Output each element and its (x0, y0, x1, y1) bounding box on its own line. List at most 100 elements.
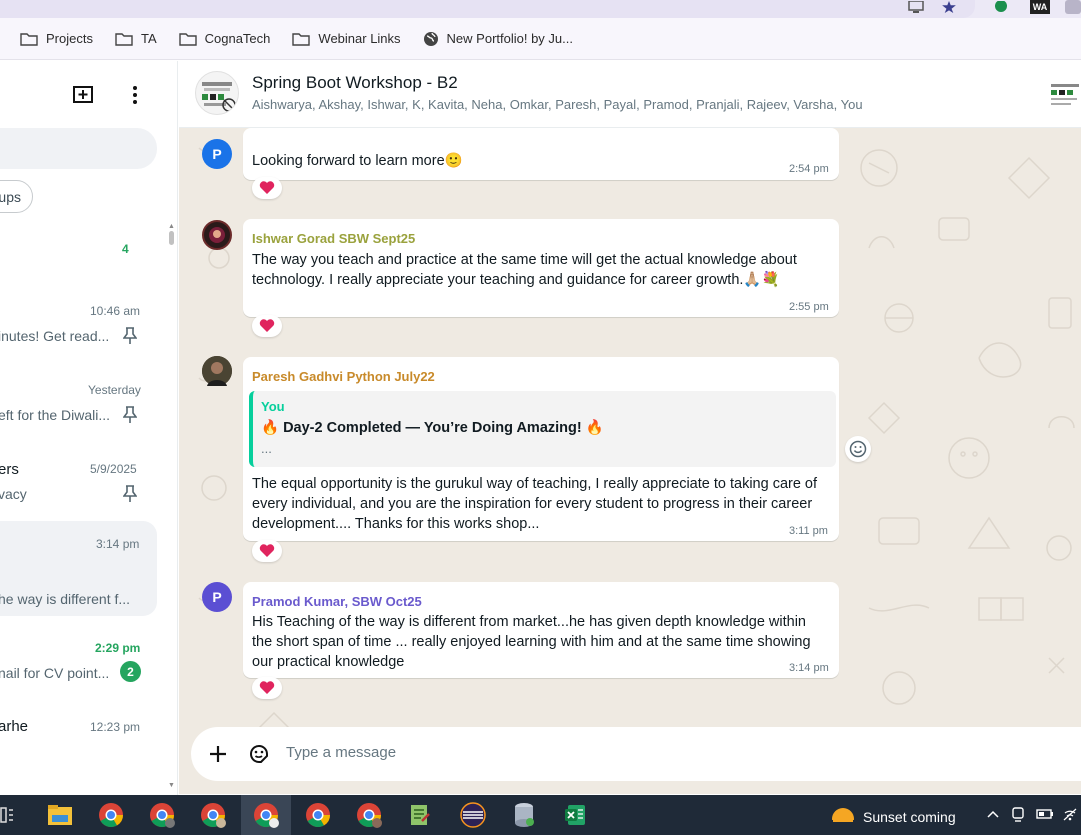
message-bubble[interactable]: Paresh Gadhvi Python July22 You 🔥 Day-2 … (243, 357, 839, 541)
chrome-active-icon[interactable] (241, 795, 291, 835)
heart-reaction[interactable] (252, 540, 282, 562)
sticker-icon[interactable] (247, 742, 271, 766)
react-emoji-button[interactable] (845, 436, 871, 462)
group-avatar[interactable] (195, 71, 239, 115)
chat-time: 3:14 pm (96, 537, 140, 551)
search-input[interactable] (0, 128, 157, 169)
file-explorer-icon[interactable] (35, 795, 85, 835)
sender-name: Paresh Gadhvi Python July22 (252, 369, 435, 384)
chrome-profile-icon[interactable] (344, 795, 394, 835)
heart-icon (259, 319, 275, 332)
bookmark-cognatech[interactable]: CognaTech (178, 31, 271, 46)
bookmark-label: CognaTech (204, 31, 271, 46)
message-bubble[interactable]: Looking forward to learn more🙂 2:54 pm (243, 128, 839, 180)
avatar[interactable] (202, 356, 232, 386)
chrome-profile-icon[interactable] (137, 795, 187, 835)
pin-icon (123, 485, 137, 502)
heart-reaction[interactable] (252, 315, 282, 337)
heart-icon (259, 544, 275, 557)
chat-title: arhe (0, 718, 29, 735)
whatsapp-extension-icon[interactable]: WA (1030, 0, 1050, 14)
message-bubble[interactable]: Pramod Kumar, SBW Oct25 His Teaching of … (243, 582, 839, 678)
profile-avatar[interactable] (1065, 0, 1081, 14)
bookmark-webinar-links[interactable]: Webinar Links (292, 31, 401, 46)
heart-reaction[interactable] (252, 177, 282, 199)
bookmark-star-icon[interactable] (941, 0, 957, 14)
message-time: 2:55 pm (789, 301, 829, 313)
globe-icon (423, 31, 438, 46)
chat-preview: nail for CV point... (0, 665, 110, 681)
menu-kebab-icon[interactable] (131, 85, 139, 110)
chat-preview: inutes! Get read... (0, 328, 110, 344)
sunset-icon (830, 808, 856, 830)
wifi-icon[interactable] (1062, 807, 1078, 823)
chevron-up-icon[interactable] (986, 807, 1000, 821)
message-composer[interactable]: Type a message (191, 727, 1081, 781)
bookmark-ta[interactable]: TA (115, 31, 157, 46)
bookmark-label: Webinar Links (318, 31, 401, 46)
heart-icon (259, 681, 275, 694)
chat-messages[interactable]: P Looking forward to learn more🙂 2:54 pm… (179, 128, 1081, 794)
bookmark-label: Projects (46, 31, 93, 46)
chat-time: 2:29 pm (95, 641, 141, 655)
extension-icon[interactable] (994, 0, 1008, 14)
chat-time: 5/9/2025 (90, 462, 137, 476)
pin-icon (123, 406, 137, 423)
chrome-profile-icon[interactable] (188, 795, 238, 835)
eclipse-icon[interactable] (448, 795, 498, 835)
message-time: 2:54 pm (789, 163, 829, 175)
folder-icon (115, 32, 133, 46)
message-text: His Teaching of the way is different fro… (252, 614, 811, 670)
scroll-up-icon[interactable]: ▲ (168, 223, 175, 230)
message-input[interactable]: Type a message (286, 744, 396, 761)
chrome-icon[interactable] (86, 795, 136, 835)
quoted-author: You (261, 399, 285, 414)
scrollbar-thumb[interactable] (169, 231, 174, 245)
heart-reaction[interactable] (252, 677, 282, 699)
smile-emoji: 🙂 (444, 153, 463, 169)
unread-badge: 2 (120, 661, 141, 682)
scroll-down-icon[interactable]: ▼ (168, 782, 175, 789)
chat-list-panel: ups ▲ ▼ 4 10:46 am inutes! Get read... Y… (0, 61, 178, 795)
quoted-more: ... (261, 441, 272, 456)
battery-icon[interactable] (1036, 807, 1054, 821)
avatar[interactable]: P (202, 139, 232, 169)
install-app-icon[interactable] (908, 0, 924, 14)
message-body: Looking forward to learn more (252, 153, 445, 169)
weather-widget[interactable]: Sunset coming (830, 804, 956, 830)
filter-chip-label: ups (0, 188, 21, 205)
excel-icon[interactable] (550, 795, 600, 835)
sender-name: Pramod Kumar, SBW Oct25 (252, 594, 422, 609)
chat-time: 12:23 pm (90, 720, 141, 734)
notepad-icon[interactable] (395, 795, 445, 835)
address-bar-edge[interactable] (0, 0, 975, 18)
chat-header[interactable]: Spring Boot Workshop - B2 Aishwarya, Aks… (179, 61, 1081, 128)
group-members: Aishwarya, Akshay, Ishwar, K, Kavita, Ne… (252, 97, 863, 112)
chrome-icon[interactable] (293, 795, 343, 835)
task-view-icon[interactable] (0, 795, 32, 835)
bookmarks-bar: Projects TA CognaTech Webinar Links New … (0, 18, 1081, 60)
avatar[interactable]: P (202, 582, 232, 612)
database-icon[interactable] (499, 795, 549, 835)
chat-preview: vacy (0, 486, 27, 502)
group-thumbnail[interactable] (1049, 81, 1081, 109)
filter-chip-groups[interactable]: ups (0, 180, 33, 213)
quoted-text: 🔥 Day-2 Completed — You’re Doing Amazing… (261, 420, 604, 436)
pray-flower-emoji: 🙏🏼💐 (743, 272, 780, 288)
avatar[interactable] (202, 220, 232, 250)
group-title: Spring Boot Workshop - B2 (252, 73, 458, 92)
weather-text: Sunset coming (863, 809, 956, 825)
meet-now-icon[interactable] (1011, 807, 1025, 823)
bookmark-projects[interactable]: Projects (20, 31, 93, 46)
new-chat-icon[interactable] (73, 84, 95, 109)
quoted-message[interactable]: You 🔥 Day-2 Completed — You’re Doing Ama… (249, 391, 836, 467)
message-bubble[interactable]: Ishwar Gorad SBW Sept25 The way you teac… (243, 219, 839, 317)
message-time: 3:14 pm (789, 662, 829, 674)
bookmark-new-portfolio[interactable]: New Portfolio! by Ju... (423, 31, 573, 47)
plus-icon[interactable] (208, 744, 228, 764)
pin-icon (123, 327, 137, 344)
chat-item-active[interactable]: 3:14 pm he way is different f... (0, 521, 157, 616)
folder-icon (292, 32, 311, 46)
folder-icon (178, 32, 197, 46)
chat-list-scrollbar[interactable]: ▲ ▼ (168, 223, 176, 789)
